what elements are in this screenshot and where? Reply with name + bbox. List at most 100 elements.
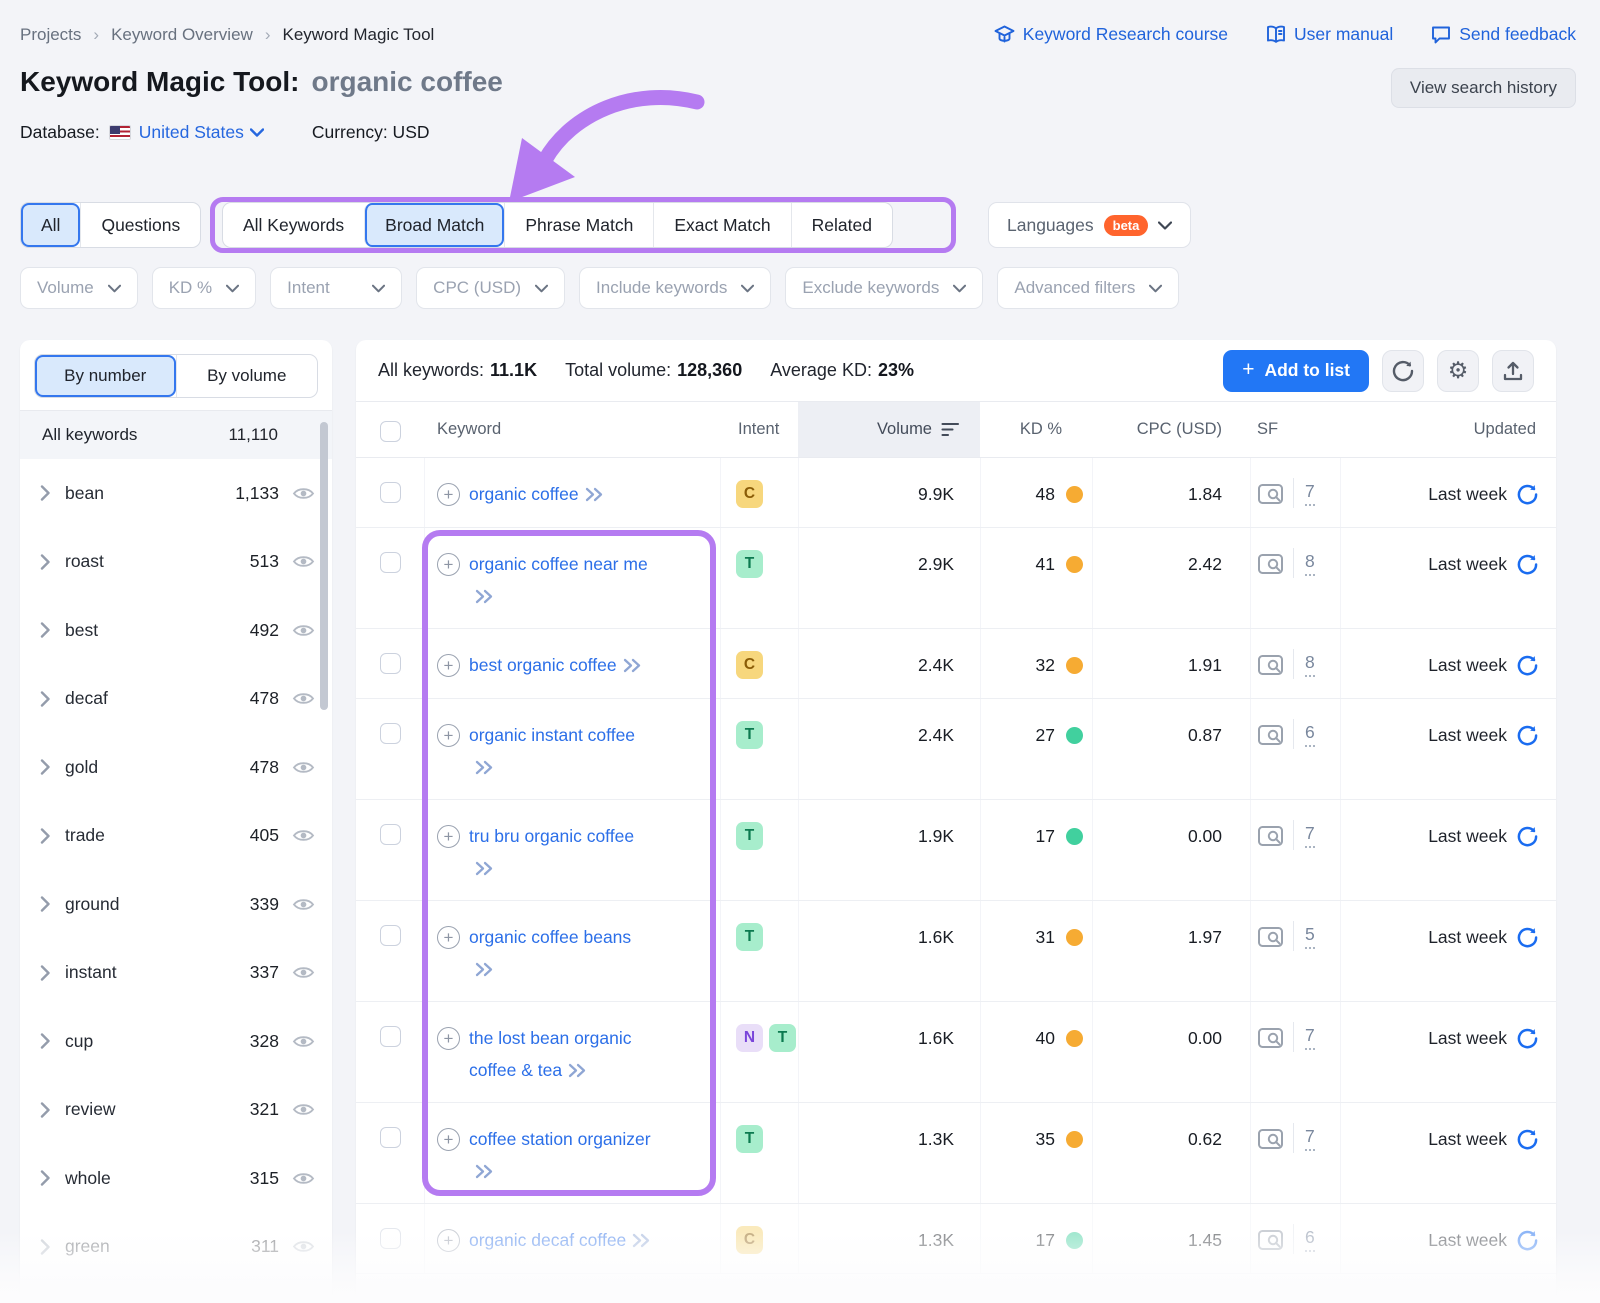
keyword-link[interactable]: organic coffee bbox=[469, 478, 604, 510]
tab-phrase-match[interactable]: Phrase Match bbox=[504, 203, 653, 247]
serp-features-icon[interactable] bbox=[1257, 649, 1284, 677]
expand-keyword-icon[interactable] bbox=[475, 1161, 494, 1181]
sf-count[interactable]: 7 bbox=[1305, 478, 1315, 506]
sf-count[interactable]: 7 bbox=[1305, 1123, 1315, 1151]
header-link[interactable]: Keyword Research course bbox=[994, 24, 1228, 45]
sidebar-group-row[interactable]: instant 337 bbox=[20, 939, 332, 1008]
refresh-button[interactable] bbox=[1382, 349, 1424, 392]
breadcrumb-item[interactable]: Keyword Overview bbox=[111, 25, 253, 45]
sidebar-group-row[interactable]: trade 405 bbox=[20, 802, 332, 871]
header-link[interactable]: User manual bbox=[1266, 24, 1393, 45]
header-link[interactable]: Send feedback bbox=[1431, 24, 1576, 45]
eye-icon[interactable] bbox=[291, 552, 316, 571]
row-checkbox[interactable] bbox=[379, 1228, 401, 1249]
row-checkbox[interactable] bbox=[379, 482, 401, 503]
select-all-checkbox[interactable] bbox=[379, 421, 401, 442]
expand-keyword-icon[interactable] bbox=[568, 1060, 587, 1080]
eye-icon[interactable] bbox=[291, 1169, 316, 1188]
row-checkbox[interactable] bbox=[379, 552, 401, 573]
serp-features-icon[interactable] bbox=[1257, 719, 1284, 747]
serp-features-icon[interactable] bbox=[1257, 1022, 1284, 1050]
expand-keyword-icon[interactable] bbox=[585, 484, 604, 504]
add-keyword-icon[interactable]: + bbox=[437, 654, 460, 677]
add-keyword-icon[interactable]: + bbox=[437, 1128, 460, 1151]
eye-icon[interactable] bbox=[291, 484, 316, 503]
view-search-history-button[interactable]: View search history bbox=[1390, 68, 1576, 108]
sf-count[interactable]: 7 bbox=[1305, 820, 1315, 848]
settings-button[interactable]: ⚙ bbox=[1437, 349, 1479, 392]
refresh-icon[interactable] bbox=[1517, 820, 1538, 847]
eye-icon[interactable] bbox=[291, 689, 316, 708]
add-keyword-icon[interactable]: + bbox=[437, 724, 460, 747]
database-select[interactable]: United States bbox=[139, 122, 264, 143]
keyword-link[interactable]: organic instant coffee bbox=[469, 719, 655, 783]
eye-icon[interactable] bbox=[291, 895, 316, 914]
keyword-link[interactable]: tru bru organic coffee bbox=[469, 820, 655, 884]
sidebar-group-row[interactable]: roast 513 bbox=[20, 528, 332, 597]
add-to-list-button[interactable]: + Add to list bbox=[1223, 349, 1369, 392]
column-header-intent[interactable]: Intent bbox=[720, 402, 798, 457]
refresh-icon[interactable] bbox=[1517, 1123, 1538, 1150]
refresh-icon[interactable] bbox=[1517, 921, 1538, 948]
column-header-volume[interactable]: Volume bbox=[798, 402, 980, 457]
filter-intent-dropdown[interactable]: Intent bbox=[270, 267, 403, 309]
tab-related[interactable]: Related bbox=[790, 203, 892, 247]
keyword-link[interactable]: coffee station organizer bbox=[469, 1123, 655, 1187]
add-keyword-icon[interactable]: + bbox=[437, 483, 460, 506]
keyword-link[interactable]: best organic coffee bbox=[469, 649, 642, 681]
expand-keyword-icon[interactable] bbox=[475, 959, 494, 979]
eye-icon[interactable] bbox=[291, 826, 316, 845]
add-keyword-icon[interactable]: + bbox=[437, 825, 460, 848]
filter-exclude-keywords-dropdown[interactable]: Exclude keywords bbox=[785, 267, 984, 309]
sidebar-group-row[interactable]: gold 478 bbox=[20, 733, 332, 802]
keyword-link[interactable]: the lost bean organic coffee & tea bbox=[469, 1022, 655, 1086]
expand-keyword-icon[interactable] bbox=[632, 1230, 651, 1250]
serp-features-icon[interactable] bbox=[1257, 1224, 1284, 1252]
row-checkbox[interactable] bbox=[379, 1026, 401, 1047]
add-keyword-icon[interactable]: + bbox=[437, 926, 460, 949]
expand-keyword-icon[interactable] bbox=[475, 586, 494, 606]
column-header-sf[interactable]: SF bbox=[1250, 402, 1340, 457]
eye-icon[interactable] bbox=[291, 963, 316, 982]
filter-include-keywords-dropdown[interactable]: Include keywords bbox=[579, 267, 772, 309]
refresh-icon[interactable] bbox=[1517, 649, 1538, 676]
expand-keyword-icon[interactable] bbox=[475, 757, 494, 777]
refresh-icon[interactable] bbox=[1517, 548, 1538, 575]
sf-count[interactable]: 8 bbox=[1305, 548, 1315, 576]
refresh-icon[interactable] bbox=[1517, 478, 1538, 505]
sidebar-tab-by-number[interactable]: By number bbox=[35, 355, 176, 397]
sidebar-group-row[interactable]: review 321 bbox=[20, 1076, 332, 1145]
eye-icon[interactable] bbox=[291, 1032, 316, 1051]
eye-icon[interactable] bbox=[291, 621, 316, 640]
eye-icon[interactable] bbox=[291, 1237, 316, 1256]
sf-count[interactable]: 6 bbox=[1305, 1224, 1315, 1252]
serp-features-icon[interactable] bbox=[1257, 548, 1284, 576]
refresh-icon[interactable] bbox=[1517, 1224, 1538, 1251]
column-header-kd[interactable]: KD % bbox=[980, 402, 1092, 457]
sidebar-all-keywords[interactable]: All keywords 11,110 bbox=[20, 411, 332, 459]
add-keyword-icon[interactable]: + bbox=[437, 1229, 460, 1252]
filter-kd--dropdown[interactable]: KD % bbox=[151, 267, 257, 309]
keyword-link[interactable]: organic coffee beans bbox=[469, 921, 655, 985]
tab-all-keywords[interactable]: All Keywords bbox=[223, 203, 364, 247]
column-header-keyword[interactable]: Keyword bbox=[424, 402, 720, 457]
add-keyword-icon[interactable]: + bbox=[437, 1027, 460, 1050]
tab-all[interactable]: All bbox=[21, 203, 81, 247]
sidebar-tab-by-volume[interactable]: By volume bbox=[175, 355, 318, 397]
serp-features-icon[interactable] bbox=[1257, 820, 1284, 848]
row-checkbox[interactable] bbox=[379, 824, 401, 845]
row-checkbox[interactable] bbox=[379, 653, 401, 674]
expand-keyword-icon[interactable] bbox=[623, 655, 642, 675]
serp-features-icon[interactable] bbox=[1257, 1123, 1284, 1151]
keyword-link[interactable]: organic decaf coffee bbox=[469, 1224, 651, 1256]
filter-cpc-usd--dropdown[interactable]: CPC (USD) bbox=[416, 267, 566, 309]
sf-count[interactable]: 6 bbox=[1305, 719, 1315, 747]
sf-count[interactable]: 5 bbox=[1305, 921, 1315, 949]
sidebar-group-row[interactable]: ground 339 bbox=[20, 870, 332, 939]
sidebar-group-row[interactable]: decaf 478 bbox=[20, 665, 332, 734]
tab-questions[interactable]: Questions bbox=[80, 203, 200, 247]
breadcrumb-item[interactable]: Projects bbox=[20, 25, 81, 45]
expand-keyword-icon[interactable] bbox=[475, 858, 494, 878]
sidebar-group-row[interactable]: cup 328 bbox=[20, 1007, 332, 1076]
eye-icon[interactable] bbox=[291, 758, 316, 777]
